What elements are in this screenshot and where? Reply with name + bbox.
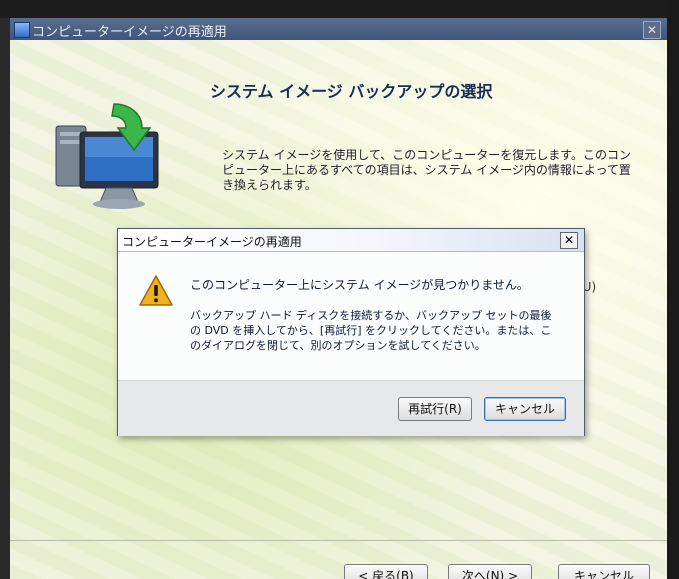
main-window-title: コンピューターイメージの再適用	[32, 25, 227, 40]
dialog-content: このコンピューター上にシステム イメージが見つかりません。 バックアップ ハード…	[118, 252, 584, 380]
footer-divider	[10, 540, 667, 541]
page-heading: システム イメージ バックアップの選択	[210, 82, 493, 101]
dialog-button-bar: 再試行(R) キャンセル	[118, 380, 584, 436]
dialog-detail: バックアップ ハード ディスクを接続するか、バックアップ セットの最後の DVD…	[190, 309, 552, 352]
dialog-titlebar: コンピューターイメージの再適用 ✕	[118, 229, 584, 252]
dialog-cancel-button[interactable]: キャンセル	[484, 397, 566, 421]
wizard-cancel-button[interactable]: キャンセル	[558, 564, 650, 579]
error-dialog: コンピューターイメージの再適用 ✕ このコンピューター上にシステム イメージが見…	[117, 228, 585, 436]
photo-frame-left	[0, 0, 10, 579]
dialog-close-button[interactable]: ✕	[560, 232, 578, 249]
dialog-message: このコンピューター上にシステム イメージが見つかりません。	[190, 278, 529, 292]
back-button[interactable]: < 戻る(B)	[344, 564, 428, 579]
photo-frame-top	[0, 0, 679, 18]
main-close-button[interactable]: ✕	[643, 21, 661, 39]
warning-icon	[139, 275, 173, 306]
next-button[interactable]: 次へ(N) >	[448, 564, 532, 579]
retry-button[interactable]: 再試行(R)	[398, 397, 472, 421]
computer-restore-icon	[55, 103, 159, 209]
page-description: システム イメージを使用して、このコンピューターを復元します。このコンピューター…	[222, 148, 632, 192]
app-icon	[14, 22, 30, 38]
main-titlebar: コンピューターイメージの再適用 ✕	[10, 18, 667, 40]
dialog-title: コンピューターイメージの再適用	[122, 235, 302, 249]
photo-frame-right	[667, 0, 679, 579]
